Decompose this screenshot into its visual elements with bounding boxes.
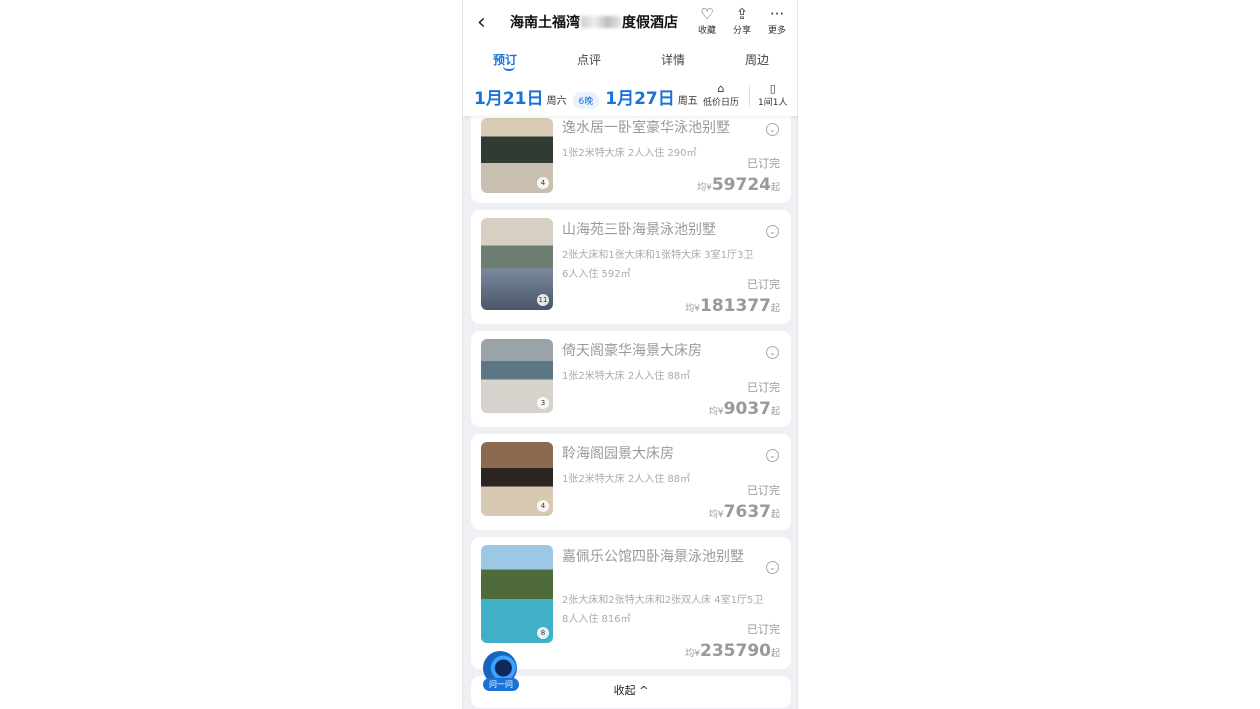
room-details: 2张大床和2张特大床和2张双人床 4室1厅5卫	[562, 595, 764, 606]
assistant-label: 问一问	[483, 678, 519, 691]
room-card[interactable]: 3 倚天阁豪华海景大床房 ⌄ 1张2米特大床 2人入住 88㎡已订完 均¥ 9037…	[471, 331, 791, 427]
room-price: 均¥ 7637 起	[709, 502, 780, 522]
chevron-down-icon[interactable]: ⌄	[766, 225, 779, 238]
room-name: 聆海阁园景大床房	[562, 446, 674, 462]
photo-count: 8	[537, 627, 549, 639]
room-price: 均¥ 181377 起	[685, 296, 780, 316]
price-suffix: 起	[770, 183, 780, 193]
room-price: 均¥ 9037 起	[709, 399, 780, 419]
room-price: 均¥ 59724 起	[697, 175, 780, 195]
room-name: 嘉佩乐公馆四卧海景泳池别墅	[562, 549, 744, 565]
room-guest-button[interactable]: ▯ 1间1人	[758, 82, 787, 108]
sold-out-status: 已订完	[747, 623, 780, 636]
share-button[interactable]: ⇪ 分享	[727, 5, 757, 37]
checkin-date[interactable]: 1月21日	[474, 84, 544, 109]
calendar-icon: ⌂	[717, 82, 725, 95]
photo-count: 4	[537, 177, 549, 189]
room-card[interactable]: 8 嘉佩乐公馆四卧海景泳池别墅 ⌄ 2张大床和2张特大床和2张双人床 4室1厅5卫…	[471, 537, 791, 669]
share-icon: ⇪	[735, 5, 749, 23]
back-icon[interactable]: ‹	[477, 10, 486, 35]
price-value: 9037	[723, 399, 771, 419]
label: 低价日历	[703, 98, 740, 108]
sold-out-status: 已订完	[747, 381, 780, 394]
chevron-down-icon[interactable]: ⌄	[766, 123, 779, 136]
title-text: 海南土福湾	[510, 15, 580, 31]
blurred-text	[581, 16, 621, 28]
price-value: 181377	[700, 296, 771, 316]
chevron-down-icon[interactable]: ⌄	[766, 561, 779, 574]
heart-icon: ♡	[700, 5, 714, 23]
divider	[749, 86, 750, 106]
room-photo[interactable]: 8	[481, 545, 553, 643]
room-details: 1张2米特大床 2人入住 88㎡	[562, 474, 691, 485]
price-suffix: 起	[770, 304, 780, 314]
sold-out-status: 已订完	[747, 157, 780, 170]
header: ‹ 海南土福湾 度假酒店 ♡ 收藏 ⇪ 分享 ··· 更多 预订 点评 详情 周边 1月…	[463, 0, 797, 116]
room-details: 2张大床和1张大床和1张特大床 3室1厅3卫	[562, 250, 754, 261]
room-card[interactable]: 4 聆海阁园景大床房 ⌄ 1张2米特大床 2人入住 88㎡已订完 均¥ 7637 起	[471, 434, 791, 530]
photo-count: 4	[537, 500, 549, 512]
door-icon: ▯	[769, 82, 776, 95]
checkout-date[interactable]: 1月27日	[605, 84, 675, 109]
room-card[interactable]: 11 山海苑三卧海景泳池别墅 ⌄ 2张大床和1张大床和1张特大床 3室1厅3卫 6人…	[471, 210, 791, 324]
more-icon: ···	[769, 5, 785, 23]
price-prefix: 均¥	[708, 510, 724, 520]
room-photo[interactable]: 4	[481, 442, 553, 516]
room-price: 均¥ 235790 起	[685, 641, 780, 661]
price-value: 235790	[700, 641, 771, 661]
chevron-down-icon[interactable]: ⌄	[766, 449, 779, 462]
phone-screen: ‹ 海南土福湾 度假酒店 ♡ 收藏 ⇪ 分享 ··· 更多 预订 点评 详情 周边 1月…	[462, 0, 798, 709]
checkout-weekday: 周五	[677, 96, 698, 107]
room-details: 1张2米特大床 2人入住 290㎡	[562, 148, 697, 159]
price-prefix: 均¥	[708, 407, 724, 417]
price-suffix: 起	[770, 407, 780, 417]
price-value: 59724	[711, 175, 771, 195]
checkin-weekday: 周六	[546, 96, 567, 107]
photo-count: 11	[537, 294, 549, 306]
price-prefix: 均¥	[685, 304, 700, 314]
nights-badge: 6晚	[572, 92, 600, 109]
room-photo[interactable]: 4	[481, 118, 553, 193]
label: 收藏	[697, 26, 716, 36]
price-value: 7637	[723, 502, 771, 522]
room-name: 逸水居一卧室豪华泳池别墅	[562, 120, 730, 136]
price-prefix: 均¥	[697, 183, 712, 193]
more-button[interactable]: ··· 更多	[762, 5, 792, 37]
price-calendar-button[interactable]: ⌂ 低价日历	[703, 82, 739, 108]
tab-reviews[interactable]: 点评	[547, 51, 631, 71]
label: 更多	[767, 26, 786, 36]
price-prefix: 均¥	[685, 649, 700, 659]
label: 分享	[732, 26, 751, 36]
price-suffix: 起	[770, 649, 780, 659]
sold-out-status: 已订完	[747, 278, 780, 291]
tab-booking[interactable]: 预订	[463, 51, 547, 71]
photo-count: 3	[537, 397, 549, 409]
room-name: 倚天阁豪华海景大床房	[562, 343, 702, 359]
assistant-button[interactable]: 问一问	[483, 651, 521, 691]
tab-details[interactable]: 详情	[631, 51, 715, 71]
label: 1间1人	[758, 98, 788, 108]
date-selector[interactable]: 1月21日 周六 6晚 1月27日 周五	[474, 84, 704, 109]
title-text: 度假酒店	[622, 15, 678, 31]
room-name: 山海苑三卧海景泳池别墅	[562, 222, 716, 238]
price-suffix: 起	[770, 510, 780, 520]
favorite-button[interactable]: ♡ 收藏	[692, 5, 722, 37]
chevron-down-icon[interactable]: ⌄	[766, 346, 779, 359]
hotel-title: 海南土福湾 度假酒店	[510, 12, 678, 32]
room-photo[interactable]: 3	[481, 339, 553, 413]
tab-bar: 预订 点评 详情 周边	[463, 51, 797, 71]
room-details: 6人入住 592㎡	[562, 269, 631, 280]
room-photo[interactable]: 11	[481, 218, 553, 310]
room-details: 8人入住 816㎡	[562, 614, 631, 625]
tab-nearby[interactable]: 周边	[715, 51, 797, 71]
room-details: 1张2米特大床 2人入住 88㎡	[562, 371, 691, 382]
sold-out-status: 已订完	[747, 484, 780, 497]
